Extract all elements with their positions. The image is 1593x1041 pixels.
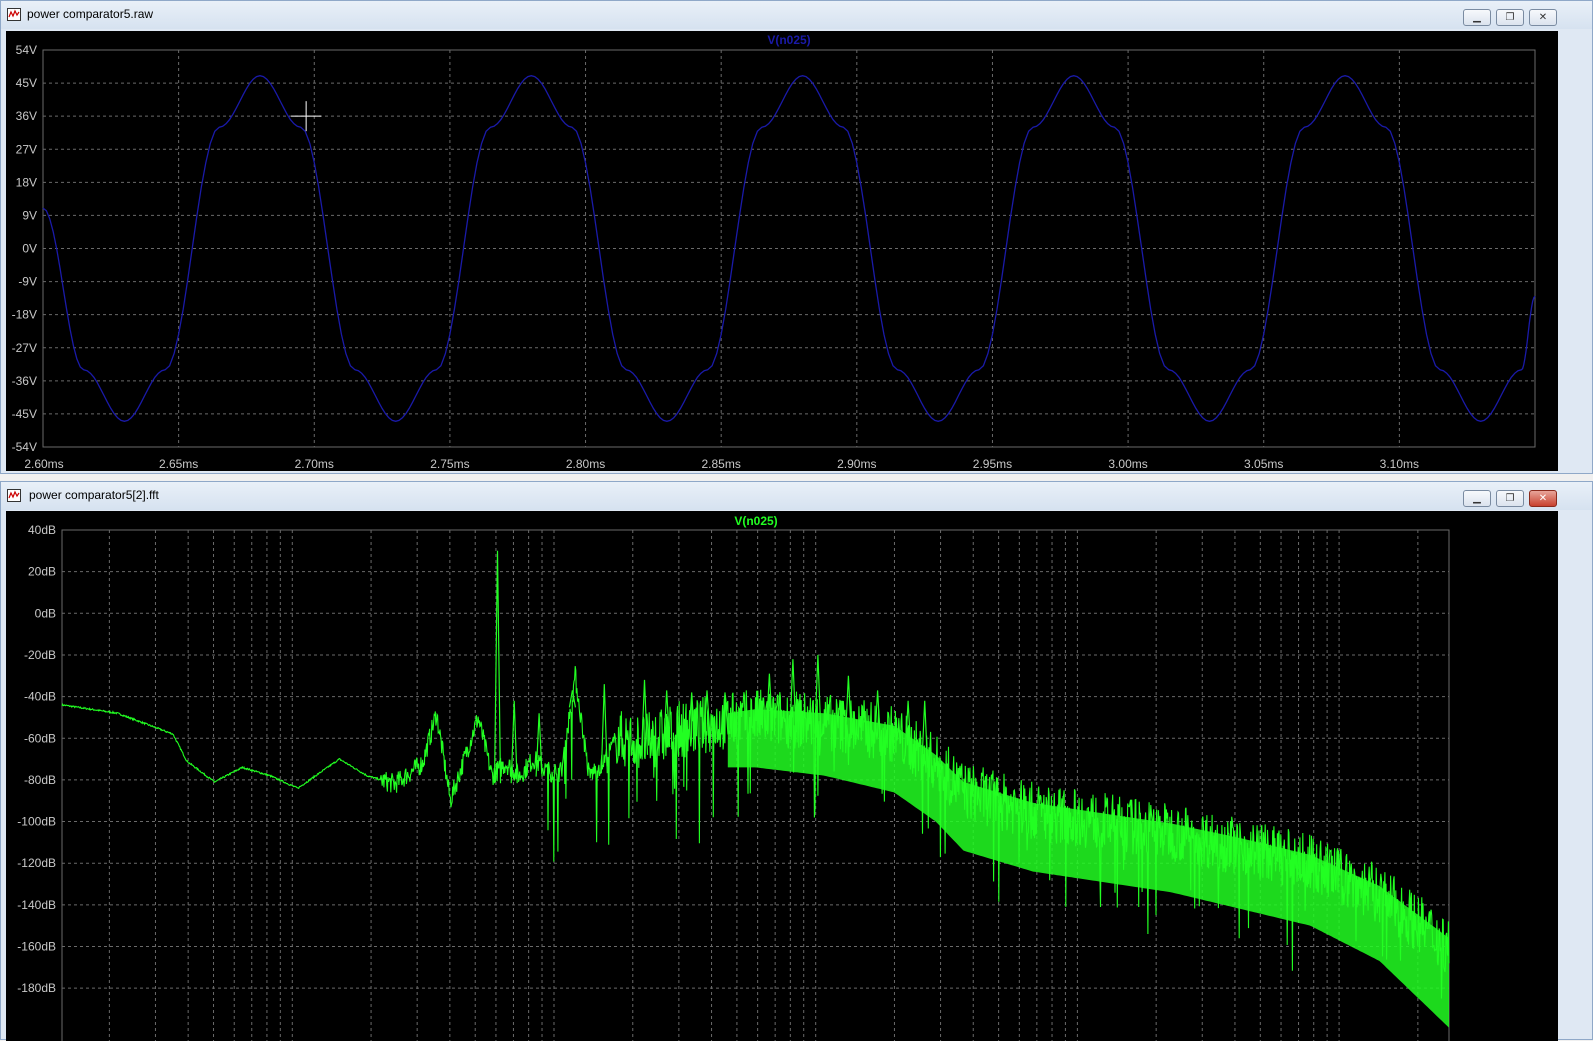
plot-frame <box>61 529 1450 1041</box>
y-tick-label: -9V <box>18 275 37 289</box>
y-tick-label: -160dB <box>17 940 56 954</box>
close-icon[interactable]: ✕ <box>1529 9 1557 26</box>
window-title: power comparator5[2].fft <box>29 488 159 502</box>
fft-harmonic-peak <box>493 550 502 784</box>
restore-icon[interactable]: ❐ <box>1496 490 1524 507</box>
y-tick-label: 36V <box>16 109 37 123</box>
y-tick-label: 54V <box>16 43 37 57</box>
y-tick-label: 27V <box>16 142 37 156</box>
y-tick-label: -80dB <box>24 773 56 787</box>
y-tick-label: 9V <box>22 208 37 222</box>
x-tick-label: 2.65ms <box>159 457 198 471</box>
y-tick-label: -140dB <box>17 898 56 912</box>
plot-window-icon[interactable] <box>7 8 21 21</box>
y-tick-label: -54V <box>12 440 37 454</box>
x-tick-label: 2.95ms <box>973 457 1012 471</box>
fft-harmonic-peak <box>510 700 518 784</box>
y-tick-label: -27V <box>12 341 37 355</box>
y-tick-label: 20dB <box>28 565 56 579</box>
waveform-window: power comparator5.raw ▁ ❐ ✕ 54V 45V 36V 27V… <box>0 0 1593 474</box>
fft-noise-band <box>727 709 1449 1028</box>
y-tick-label: -60dB <box>24 731 56 745</box>
waveform-chart[interactable]: 54V 45V 36V 27V 18V 9V 0V -9V -18V -27V -36V -45V -5… <box>6 31 1558 471</box>
waveform-plot-pane[interactable]: 54V 45V 36V 27V 18V 9V 0V -9V -18V -27V -36V -45V -5… <box>6 31 1558 471</box>
y-tick-label: 0dB <box>35 606 56 620</box>
close-icon[interactable]: ✕ <box>1529 490 1557 507</box>
x-tick-label: 3.00ms <box>1108 457 1147 471</box>
y-tick-label: -20dB <box>24 648 56 662</box>
y-tick-label: -40dB <box>24 690 56 704</box>
minimize-icon[interactable]: ▁ <box>1463 9 1491 26</box>
restore-icon[interactable]: ❐ <box>1496 9 1524 26</box>
fft-window: power comparator5[2].fft ▁ ❐ ✕ 40dB 20dB 0… <box>0 481 1593 1041</box>
y-tick-label: -36V <box>12 374 37 388</box>
trace-title[interactable]: V(n025) <box>734 514 777 528</box>
window-title: power comparator5.raw <box>27 7 154 21</box>
fft-harmonic-peak <box>535 713 543 777</box>
y-tick-label: 45V <box>16 76 37 90</box>
x-tick-label: 2.60ms <box>24 457 63 471</box>
crosshair-cursor <box>291 101 322 132</box>
y-tick-label: -45V <box>12 407 37 421</box>
fft-window-titlebar[interactable]: power comparator5[2].fft ▁ ❐ ✕ <box>1 482 1592 510</box>
minimize-icon[interactable]: ▁ <box>1463 490 1491 507</box>
x-tick-label: 2.90ms <box>837 457 876 471</box>
x-tick-label: 2.80ms <box>566 457 605 471</box>
x-tick-label: 3.10ms <box>1380 457 1419 471</box>
plot-window-icon[interactable] <box>7 489 21 502</box>
y-tick-label: 18V <box>16 175 37 189</box>
y-tick-label: 0V <box>22 242 37 256</box>
y-tick-label: -18V <box>12 308 37 322</box>
fft-chart[interactable]: 40dB 20dB 0dB -20dB -40dB -60dB -80dB -100dB -12… <box>6 511 1558 1041</box>
fft-trace <box>61 666 1450 999</box>
x-tick-label: 2.70ms <box>295 457 334 471</box>
y-tick-label: -180dB <box>17 981 56 995</box>
x-tick-label: 2.85ms <box>702 457 741 471</box>
x-tick-label: 2.75ms <box>430 457 469 471</box>
x-tick-label: 3.05ms <box>1244 457 1283 471</box>
y-tick-label: 40dB <box>28 523 56 537</box>
waveform-window-titlebar[interactable]: power comparator5.raw ▁ ❐ ✕ <box>1 1 1592 29</box>
y-tick-label: -100dB <box>17 815 56 829</box>
trace-title[interactable]: V(n025) <box>767 33 810 47</box>
y-tick-label: -120dB <box>17 856 56 870</box>
fft-plot-pane[interactable]: 40dB 20dB 0dB -20dB -40dB -60dB -80dB -100dB -12… <box>6 511 1558 1041</box>
